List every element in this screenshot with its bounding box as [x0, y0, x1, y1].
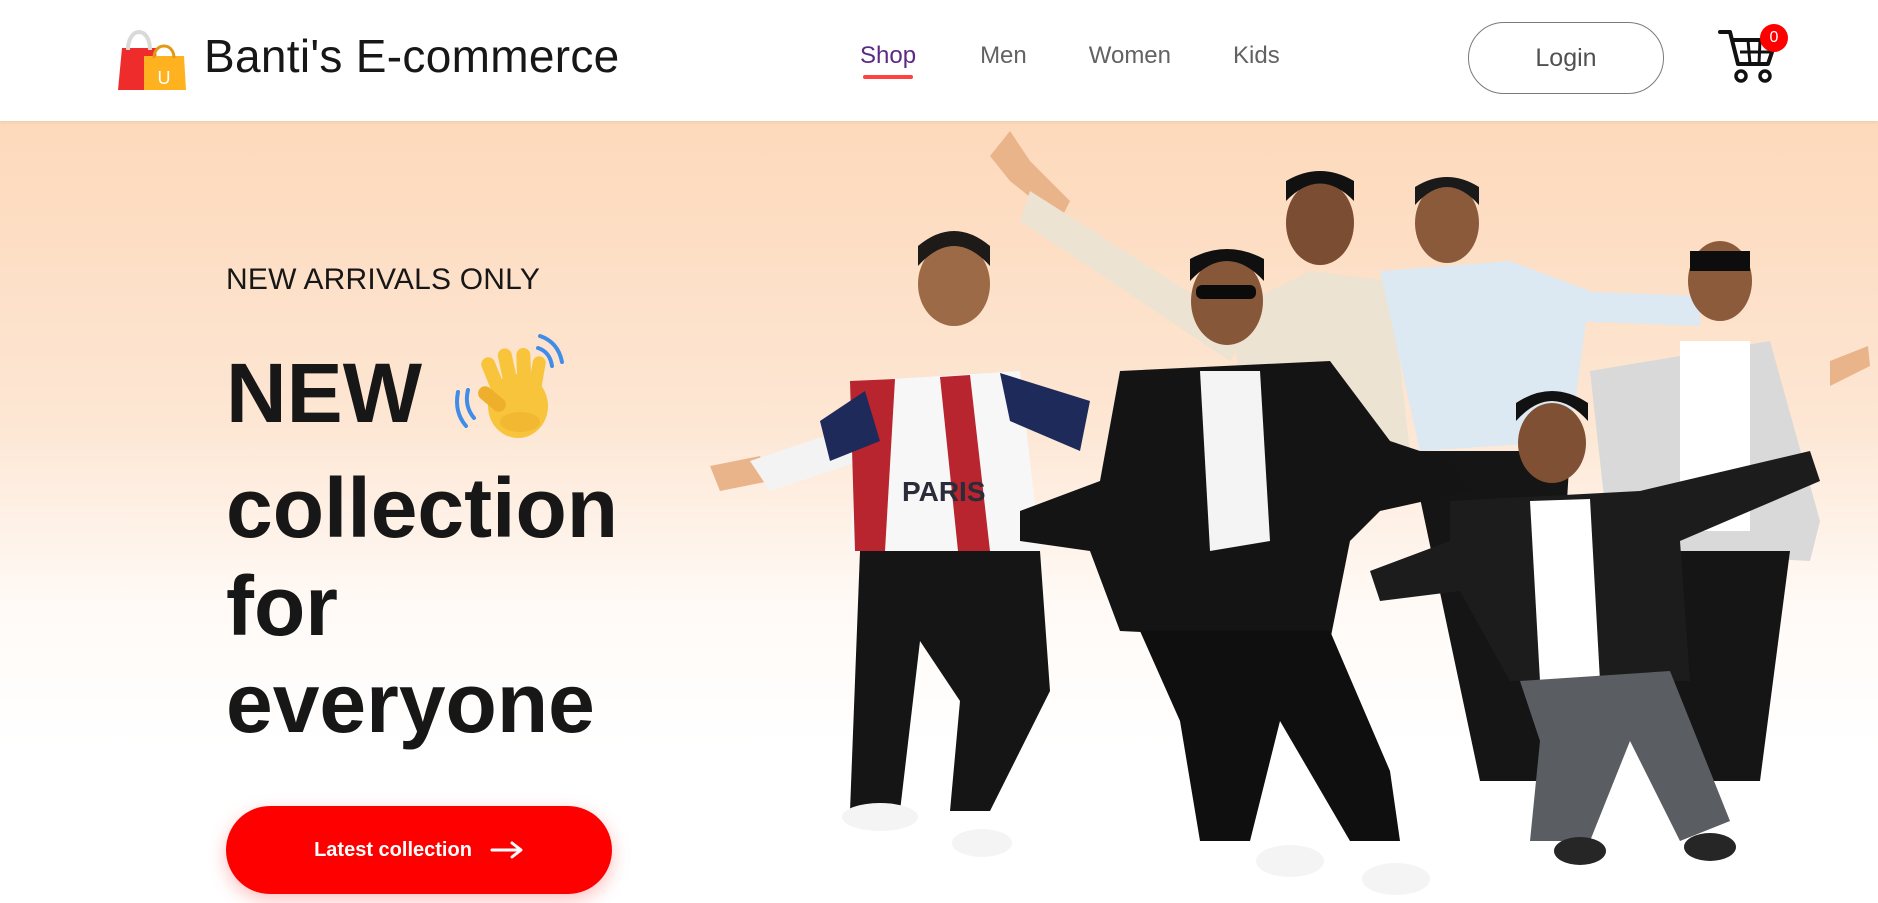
- hero-headline-collection: collection: [226, 461, 619, 555]
- hero-headline-new: NEW: [226, 346, 422, 440]
- arrow-right-icon: [490, 841, 523, 859]
- hero-group-photo: PARIS: [710, 131, 1870, 895]
- cart-count-badge: 0: [1760, 24, 1788, 52]
- active-underline: [863, 75, 914, 79]
- cta-label: Latest collection: [314, 838, 472, 861]
- nav-item-kids[interactable]: Kids: [1233, 42, 1280, 70]
- person-left: PARIS: [750, 231, 1090, 857]
- login-button[interactable]: Login: [1468, 22, 1664, 94]
- nav-item-women[interactable]: Women: [1089, 42, 1171, 70]
- hero-headline-for: for: [226, 559, 338, 653]
- latest-collection-button[interactable]: Latest collection: [226, 806, 612, 894]
- hero-headline-everyone: everyone: [226, 656, 595, 750]
- svg-text:U: U: [158, 68, 171, 88]
- main-nav: Shop Men Women Kids: [860, 42, 1280, 79]
- shopping-bag-icon: U: [118, 30, 186, 90]
- hero-section: NEW ARRIVALS ONLY NEW collection for eve…: [0, 121, 1878, 903]
- hero-eyebrow: NEW ARRIVALS ONLY: [226, 263, 541, 296]
- navbar: U Banti's E-commerce Shop Men Women Kids…: [0, 0, 1878, 121]
- waving-hand-icon: [455, 334, 564, 438]
- brand-name: Banti's E-commerce: [204, 30, 620, 82]
- nav-item-label: Women: [1088, 42, 1172, 69]
- nav-item-men[interactable]: Men: [980, 42, 1027, 70]
- svg-text:PARIS: PARIS: [902, 476, 986, 507]
- nav-item-label: Men: [980, 42, 1027, 69]
- brand-logo[interactable]: U Banti's E-commerce: [112, 20, 620, 92]
- nav-item-shop[interactable]: Shop: [860, 42, 917, 79]
- nav-item-label: Kids: [1233, 42, 1280, 69]
- nav-item-label: Shop: [860, 42, 917, 69]
